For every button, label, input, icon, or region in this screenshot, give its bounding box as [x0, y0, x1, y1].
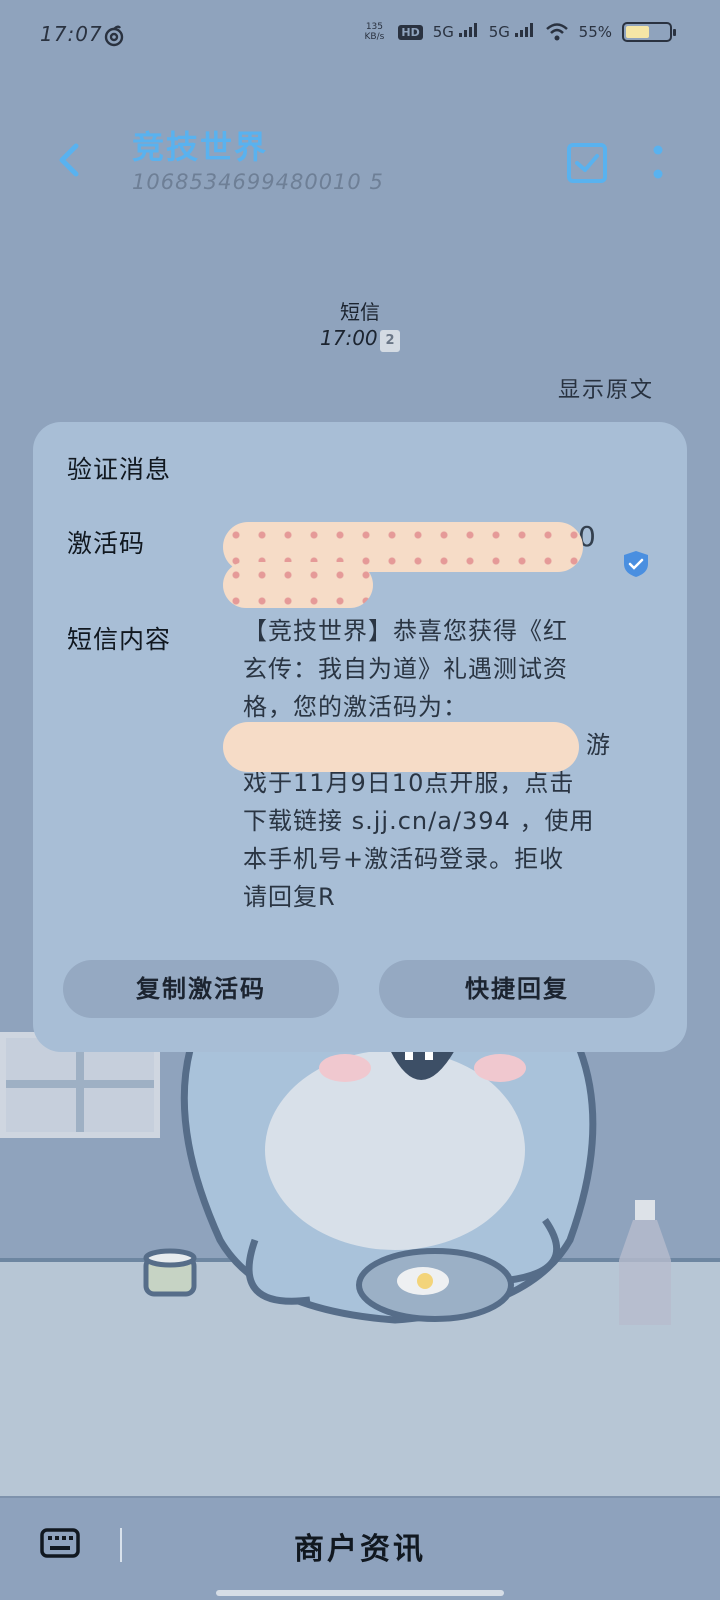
merchant-info-button[interactable]: 商户资讯	[0, 1524, 720, 1568]
home-indicator[interactable]	[216, 1590, 504, 1596]
signal-bars-icon	[458, 23, 477, 37]
battery-icon	[622, 22, 676, 42]
status-icons: 135 KB/s HD 5G 5G 55%	[360, 22, 676, 42]
verification-card: 验证消息 激活码 0 短信内容 【竞技世界】恭喜您获得《红 玄传：我自为道》礼遇…	[33, 422, 687, 1052]
sms-content-line: 玄传：我自为道》礼遇测试资	[243, 655, 568, 683]
contact-title: 竞技世界	[132, 128, 269, 166]
sms-content-line: 本手机号+激活码登录。拒收	[243, 845, 565, 873]
copy-code-button[interactable]: 复制激活码	[63, 960, 339, 1018]
net-speed: 135 KB/s	[364, 22, 385, 42]
signal-bars-icon	[514, 23, 533, 37]
signal-5g-2: 5G	[489, 23, 535, 41]
card-title: 验证消息	[67, 455, 172, 484]
sms-content-line: 请回复R	[243, 883, 336, 911]
sms-content-line: 格，您的激活码为：	[243, 693, 468, 721]
select-checkbox-button[interactable]	[566, 142, 608, 184]
hd-badge: HD	[398, 24, 423, 40]
back-button[interactable]	[50, 138, 90, 182]
activation-code-label: 激活码	[67, 529, 146, 558]
sim-badge: 2	[380, 330, 400, 352]
background-pan-illustration	[356, 1248, 514, 1322]
redaction-mark	[223, 722, 579, 772]
background-bottle-illustration	[619, 1200, 671, 1325]
sms-content-label: 短信内容	[67, 625, 172, 654]
message-time: 17:00	[320, 326, 378, 350]
signal-5g-1: 5G	[433, 23, 479, 41]
status-time: 17:07	[40, 22, 103, 46]
sms-content-line: 下载链接 s.jj.cn/a/394 ，使用	[243, 807, 595, 835]
contact-number: 1068534699480010 5	[132, 170, 384, 194]
notification-swirl-icon	[104, 25, 124, 47]
background-cup-illustration	[143, 1248, 197, 1297]
more-options-button[interactable]	[650, 142, 666, 186]
show-original-link[interactable]: 显示原文	[558, 372, 654, 404]
sms-content-line: 【竞技世界】恭喜您获得《红	[243, 617, 568, 645]
battery-percent: 55%	[578, 23, 612, 41]
shield-check-icon	[624, 551, 648, 577]
redaction-mark	[223, 562, 373, 608]
quick-reply-button[interactable]: 快捷回复	[379, 960, 655, 1018]
message-type-label: 短信	[340, 300, 380, 324]
wifi-icon	[545, 23, 568, 41]
